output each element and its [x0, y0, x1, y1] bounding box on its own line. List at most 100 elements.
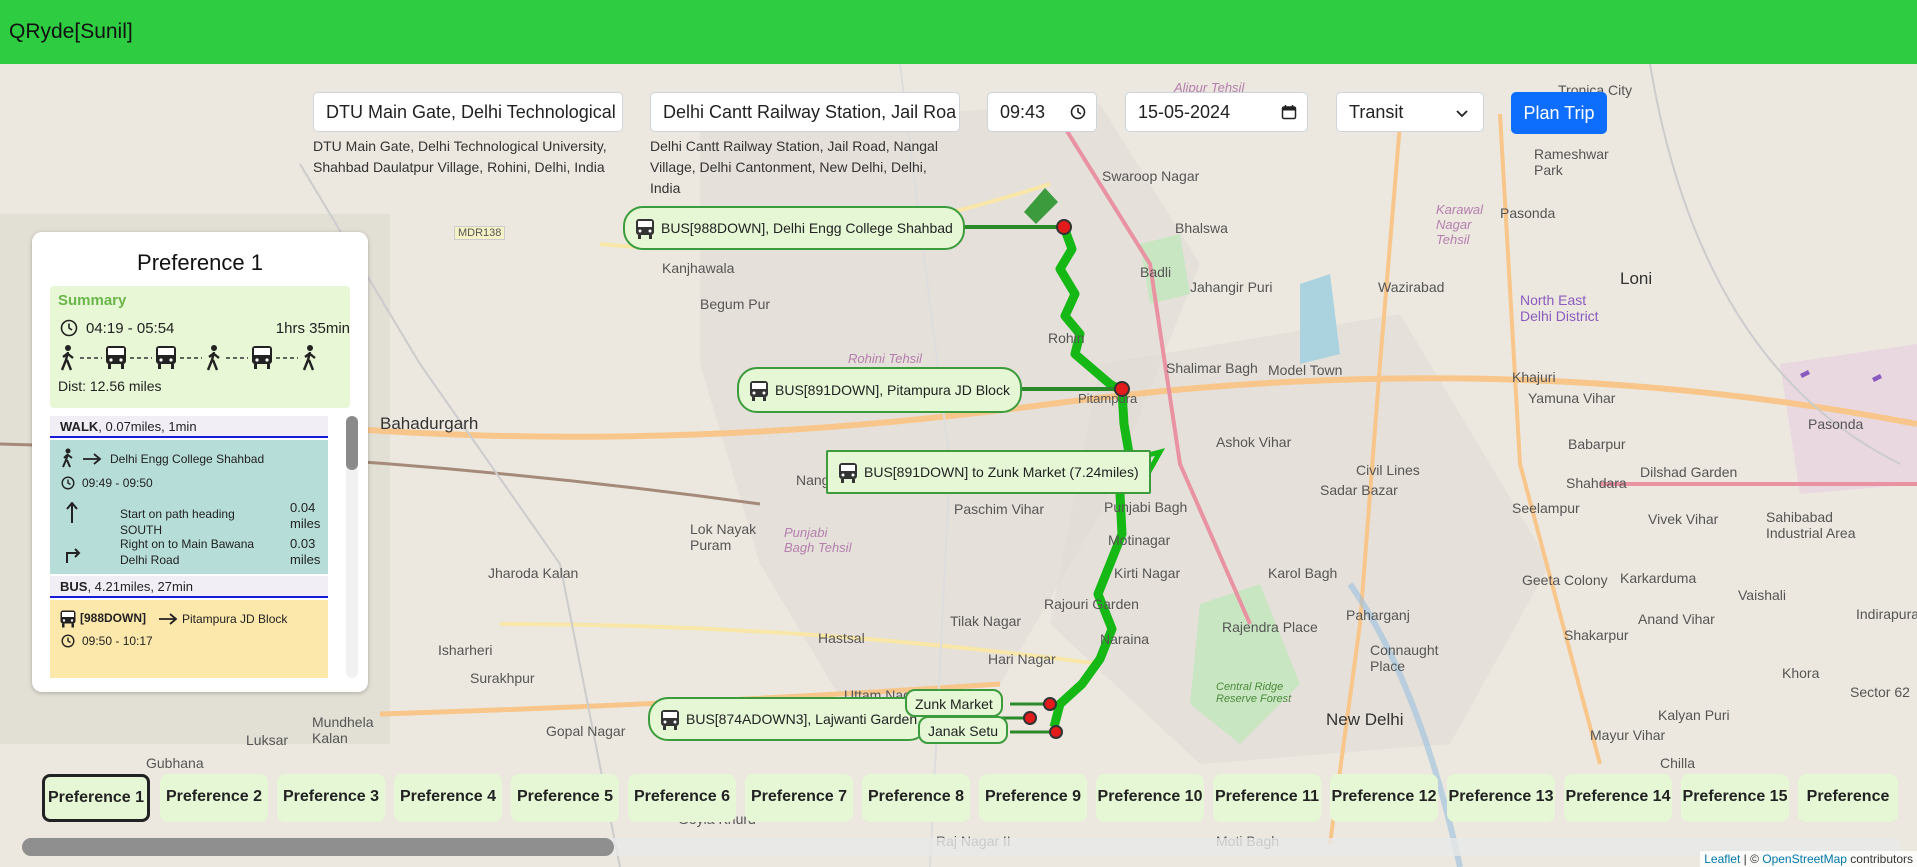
origin-input[interactable]: DTU Main Gate, Delhi Technological — [313, 92, 623, 132]
arrow-right-icon — [83, 453, 102, 465]
origin-suggestion[interactable]: DTU Main Gate, Delhi Technological Unive… — [313, 136, 623, 178]
walk-icon — [62, 448, 73, 468]
leaflet-link[interactable]: Leaflet — [1704, 852, 1740, 866]
tab-preference-14[interactable]: Preference 14 — [1564, 774, 1672, 822]
destination-input[interactable]: Delhi Cantt Railway Station, Jail Roa — [650, 92, 960, 132]
map-label-paharganj: Paharganj — [1346, 607, 1410, 623]
mode-select[interactable]: Transit — [1336, 92, 1484, 132]
plan-trip-button[interactable]: Plan Trip — [1511, 92, 1607, 134]
map-label-surakhpur: Surakhpur — [470, 670, 535, 686]
arrow-right-icon — [159, 613, 178, 625]
leg-time: 09:49 - 09:50 — [82, 476, 153, 490]
summary-title: Summary — [58, 292, 127, 309]
tab-preference-7[interactable]: Preference 7 — [745, 774, 853, 822]
tab-preference-2[interactable]: Preference 2 — [160, 774, 268, 822]
mode-sequence — [60, 345, 316, 371]
itinerary-steps[interactable]: WALK, 0.07miles, 1min Delhi Engg College… — [50, 416, 358, 678]
tab-preference-9[interactable]: Preference 9 — [979, 774, 1087, 822]
map-label-sadar-bazar: Sadar Bazar — [1320, 482, 1398, 498]
map-label-model-town: Model Town — [1268, 362, 1343, 378]
map-label-motinagar: Motinagar — [1108, 532, 1171, 548]
bus-icon — [839, 463, 857, 484]
chevron-down-icon — [1456, 110, 1468, 118]
leg-header-bus: BUS, 4.21miles, 27min — [50, 576, 328, 598]
map-label-loni: Loni — [1620, 269, 1653, 288]
map-label-kalyan-puri: Kalyan Puri — [1658, 707, 1730, 723]
map-label-naraina: Naraina — [1100, 631, 1150, 647]
leg-bus-detail: [988DOWN] Pitampura JD Block 09:50 - 10:… — [50, 600, 328, 678]
tab-preference-13[interactable]: Preference 13 — [1447, 774, 1555, 822]
route-label-text: BUS[891DOWN] to Zunk Market (7.24miles) — [864, 464, 1139, 480]
tabs-scrollbar-thumb[interactable] — [22, 838, 614, 856]
map-label-lok-nayak: Lok Nayak Puram — [690, 521, 757, 553]
map-label-gubhana: Gubhana — [146, 755, 204, 771]
map-label-pasonda: Pasonda — [1500, 205, 1556, 221]
route-leg-label-891down[interactable]: BUS[891DOWN] to Zunk Market (7.24miles) — [826, 450, 1151, 494]
map-label-ashok-vihar: Ashok Vihar — [1216, 434, 1292, 450]
calendar-icon[interactable] — [1281, 104, 1297, 120]
route-label-874adown3[interactable]: BUS[874ADOWN3], Lajwanti Garden — [648, 697, 930, 741]
map-label-punjabi-bagh-tehsil: Punjabi Bagh Tehsil — [784, 525, 852, 555]
map-label-rameshwar: Rameshwar Park — [1534, 146, 1609, 178]
tab-preference-1[interactable]: Preference 1 — [42, 774, 150, 822]
summary-distance: Dist: 12.56 miles — [58, 378, 162, 394]
bus-route-number: [988DOWN] — [80, 611, 147, 625]
map-label-new-delhi: New Delhi — [1326, 710, 1404, 729]
leg-header-walk: WALK, 0.07miles, 1min — [50, 416, 328, 438]
map-label-pitampura: Pitampura — [1078, 391, 1138, 406]
leg-destination: Delhi Engg College Shahbad — [110, 452, 265, 466]
clock-icon[interactable] — [1070, 104, 1086, 120]
leg-meta: , 0.07miles, 1min — [98, 419, 197, 434]
tab-preference-5[interactable]: Preference 5 — [511, 774, 619, 822]
bus-icon — [661, 710, 679, 731]
tab-preference-6[interactable]: Preference 6 — [628, 774, 736, 822]
map-label-tilak-nagar: Tilak Nagar — [950, 613, 1022, 629]
map-label-wazirabad: Wazirabad — [1378, 279, 1445, 295]
map-label-north-east-delhi: North East Delhi District — [1520, 292, 1599, 324]
route-label-891down[interactable]: BUS[891DOWN], Pitampura JD Block — [737, 367, 1022, 413]
map-label-swaroop-nagar: Swaroop Nagar — [1102, 168, 1200, 184]
map-label-rohini: Rohin — [1048, 330, 1085, 346]
stop-label-janak-setu[interactable]: Janak Setu — [918, 716, 1009, 744]
preference-title: Preference 1 — [137, 250, 263, 275]
map-label-gopal-nagar: Gopal Nagar — [546, 723, 626, 739]
map-label-sector-62: Sector 62 — [1850, 684, 1910, 700]
bus-icon — [156, 346, 176, 369]
steps-scrollbar-thumb[interactable] — [346, 416, 358, 470]
map-label-shakarpur: Shakarpur — [1564, 627, 1629, 643]
map-label-khajuri: Khajuri — [1512, 369, 1556, 385]
map-label-rohini-tehsil: Rohini Tehsil — [848, 351, 922, 366]
stop-label-zunk-market[interactable]: Zunk Market — [905, 689, 1003, 717]
map-attribution: Leaflet | © OpenStreetMap contributors — [1700, 851, 1917, 867]
date-input[interactable]: 15-05-2024 — [1125, 92, 1308, 132]
tab-preference-15[interactable]: Preference 15 — [1681, 774, 1789, 822]
tab-preference-3[interactable]: Preference 3 — [277, 774, 385, 822]
osm-link[interactable]: OpenStreetMap — [1762, 852, 1847, 866]
time-input[interactable]: 09:43 — [987, 92, 1097, 132]
destination-suggestion[interactable]: Delhi Cantt Railway Station, Jail Road, … — [650, 136, 950, 199]
preference-panel: Preference 1 Summary 04:19 - 05:54 1hrs … — [32, 232, 368, 692]
bus-icon — [106, 346, 126, 369]
turn-right-icon — [66, 548, 81, 563]
tab-preference-8[interactable]: Preference 8 — [862, 774, 970, 822]
map-label-shalimar-bagh: Shalimar Bagh — [1166, 360, 1258, 376]
tab-preference-12[interactable]: Preference 12 — [1330, 774, 1438, 822]
map-label-indirapuram: Indirapuram — [1856, 606, 1917, 622]
tab-preference-4[interactable]: Preference 4 — [394, 774, 502, 822]
map-label-connaught: Connaught Place — [1370, 642, 1439, 674]
preference-tabs: Preference 1 Preference 2 Preference 3 P… — [40, 770, 1900, 826]
leg-destination: Pitampura JD Block — [182, 612, 288, 626]
summary-time-range: 04:19 - 05:54 — [86, 320, 175, 337]
route-label-988down[interactable]: BUS[988DOWN], Delhi Engg College Shahbad — [623, 206, 965, 250]
map-label-ridge: Central Ridge Reserve Forest — [1216, 681, 1292, 705]
route-label-text: BUS[874ADOWN3], Lajwanti Garden — [686, 711, 918, 727]
tab-preference-10[interactable]: Preference 10 — [1096, 774, 1204, 822]
step-instruction: Right on to Main Bawana Delhi Road — [120, 537, 255, 567]
tab-preference-11[interactable]: Preference 11 — [1213, 774, 1321, 822]
clock-icon — [60, 319, 78, 337]
bus-icon — [636, 219, 654, 240]
step-distance: 0.04 miles — [290, 500, 321, 531]
map-label-jahangir-puri: Jahangir Puri — [1190, 279, 1273, 295]
tab-preference-16[interactable]: Preference — [1798, 774, 1898, 822]
route-label-text: BUS[988DOWN], Delhi Engg College Shahbad — [661, 220, 953, 236]
